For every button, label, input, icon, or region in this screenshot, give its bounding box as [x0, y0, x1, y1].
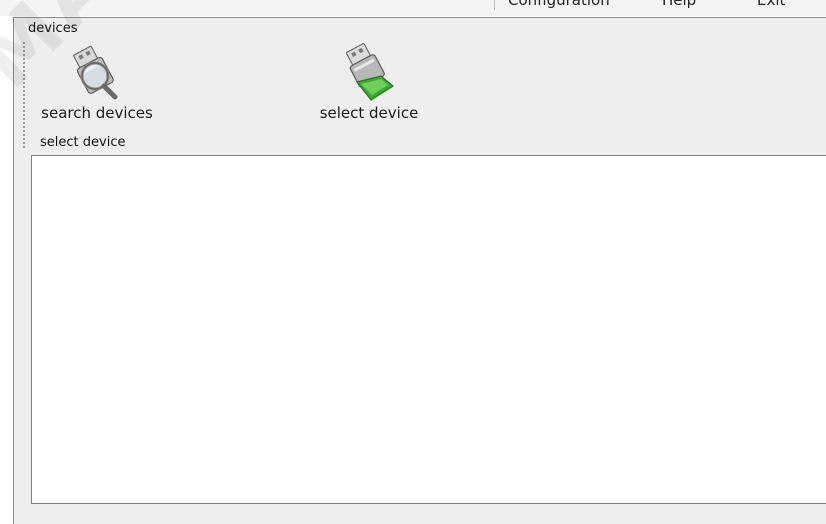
select-device-caption: select device	[40, 135, 126, 150]
usb-select-icon	[345, 43, 395, 101]
devices-group-title: devices	[28, 21, 78, 36]
app-screen: Configuration Help Exit devices search d…	[0, 0, 826, 524]
select-device-button[interactable]: select device	[309, 40, 429, 128]
menu-bar: Configuration Help Exit	[0, 0, 826, 16]
toolbar-grip-handle[interactable]	[23, 42, 25, 148]
search-devices-label: search devices	[41, 104, 153, 122]
menu-item-exit[interactable]: Exit	[757, 0, 785, 9]
devices-window: devices search devices select device sel…	[13, 17, 826, 524]
select-device-label: select device	[319, 104, 419, 122]
menu-item-help[interactable]: Help	[662, 0, 696, 9]
device-toolbar: search devices select device	[23, 40, 823, 150]
search-devices-button[interactable]: search devices	[37, 40, 157, 128]
device-list[interactable]	[31, 155, 826, 504]
menu-item-configuration[interactable]: Configuration	[508, 0, 610, 9]
menu-separator	[494, 0, 495, 10]
usb-search-icon	[73, 45, 118, 100]
